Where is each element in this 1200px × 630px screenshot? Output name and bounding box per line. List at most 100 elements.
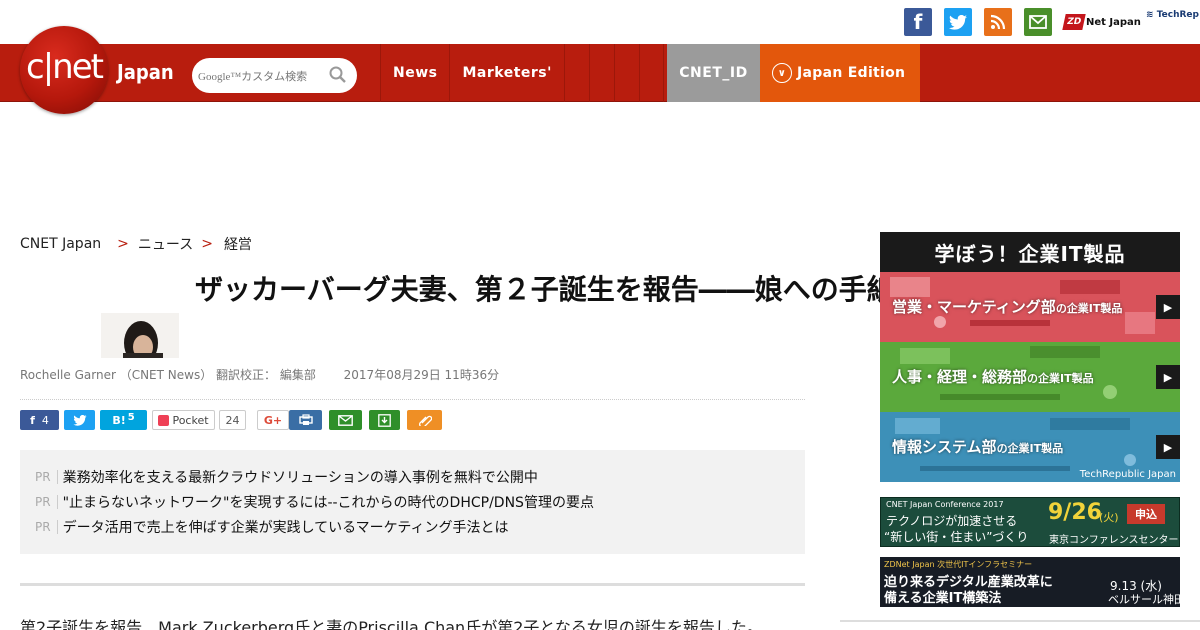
play-arrow-icon: ▶ bbox=[1156, 435, 1180, 459]
logo-text: c|net bbox=[26, 47, 104, 87]
techrepublic-label: TechRep bbox=[1156, 10, 1199, 20]
conference-banner[interactable]: CNET Japan Conference 2017 テクノロジが加速させる “… bbox=[880, 497, 1180, 547]
seminar-banner[interactable]: ZDNet Japan 次世代ITインフラセミナー 迫り来るデジタル産業改革に … bbox=[880, 557, 1180, 607]
author-photo bbox=[101, 313, 179, 358]
sidebar-ad[interactable]: 学ぼう！企業IT製品 営業・マーケティング部の企業IT製品 ▶ 人事・経理・総務… bbox=[880, 232, 1180, 482]
nav-item-news[interactable]: News bbox=[380, 44, 449, 102]
ad-footer: TechRepublic Japan bbox=[1079, 469, 1176, 480]
pr-link[interactable]: PR データ活用で売上を伸ばす企業が実践しているマーケティング手法とは bbox=[35, 517, 508, 537]
nav-item-empty[interactable] bbox=[563, 44, 589, 102]
twitter-share-button[interactable] bbox=[64, 410, 95, 430]
copy-link-button[interactable] bbox=[407, 410, 442, 430]
article-lead: 第2子誕生を報告 Mark Zuckerberg氏と妻のPriscilla Ch… bbox=[20, 618, 763, 630]
mail-icon bbox=[338, 414, 353, 426]
ad-row-suffix: の企業IT製品 bbox=[996, 442, 1064, 455]
edition-label: Japan Edition bbox=[797, 65, 906, 81]
ad-row-hr[interactable]: 人事・経理・総務部の企業IT製品 ▶ bbox=[880, 342, 1180, 412]
ad-row-label: 人事・経理・総務部の企業IT製品 bbox=[892, 366, 1094, 387]
ad-row-title: 営業・マーケティング部 bbox=[892, 298, 1056, 316]
zdnet-label: Net Japan bbox=[1086, 16, 1141, 28]
pr-link-text: "止まらないネットワーク"を実現するには--これからの時代のDHCP/DNS管理… bbox=[62, 495, 594, 511]
banner-apply-button[interactable]: 申込 bbox=[1127, 504, 1165, 524]
main-nav: Japan Google™カスタム検索 News Marketers' CNET… bbox=[0, 44, 1200, 102]
pr-links-box: PR 業務効率化を支える最新クラウドソリューションの導入事例を無料で公開中 PR… bbox=[20, 450, 805, 554]
pocket-button[interactable]: Pocket bbox=[152, 410, 215, 430]
ad-row-it[interactable]: 情報システム部の企業IT製品 ▶ TechRepublic Japan bbox=[880, 412, 1180, 482]
play-arrow-icon: ▶ bbox=[1156, 295, 1180, 319]
paperclip-icon bbox=[418, 415, 432, 426]
nav-item-empty[interactable] bbox=[613, 44, 639, 102]
ad-heading: 学ぼう！企業IT製品 bbox=[880, 232, 1180, 272]
hatena-icon: B! bbox=[112, 413, 126, 427]
mail-icon[interactable] bbox=[1024, 8, 1052, 36]
hatena-bookmark-button[interactable]: B! 5 bbox=[100, 410, 147, 430]
ad-row-title: 情報システム部 bbox=[892, 438, 997, 456]
zdnet-badge: ZD bbox=[1062, 14, 1086, 30]
ad-row-suffix: の企業IT製品 bbox=[1055, 302, 1123, 315]
facebook-share-count: 4 bbox=[41, 413, 49, 427]
pr-link[interactable]: PR 業務効率化を支える最新クラウドソリューションの導入事例を無料で公開中 bbox=[35, 467, 538, 487]
ad-row-title: 人事・経理・総務部 bbox=[892, 368, 1028, 386]
facebook-icon: f bbox=[30, 413, 35, 427]
pocket-count: 24 bbox=[219, 410, 246, 430]
top-social-bar: f ZD Net Japan ≋ TechRep bbox=[0, 0, 1200, 44]
breadcrumb-separator: > bbox=[201, 236, 213, 252]
cnet-id-button[interactable]: CNET_ID bbox=[667, 44, 760, 102]
pr-tag: PR bbox=[35, 520, 58, 534]
play-arrow-icon: ▶ bbox=[1156, 365, 1180, 389]
banner-top-text: CNET Japan Conference 2017 bbox=[886, 500, 1004, 509]
print-button[interactable] bbox=[289, 410, 322, 430]
gplus-share-button[interactable]: G+ bbox=[257, 410, 289, 430]
ad-row-sales[interactable]: 営業・マーケティング部の企業IT製品 ▶ bbox=[880, 272, 1180, 342]
save-button[interactable] bbox=[369, 410, 400, 430]
ad-row-suffix: の企業IT製品 bbox=[1027, 372, 1094, 385]
pocket-label: Pocket bbox=[172, 413, 209, 427]
facebook-icon[interactable]: f bbox=[904, 8, 932, 36]
techrepublic-link[interactable]: ≋ TechRep bbox=[1146, 10, 1199, 20]
twitter-icon[interactable] bbox=[944, 8, 972, 36]
breadcrumb-home[interactable]: CNET Japan bbox=[20, 236, 101, 252]
page: f ZD Net Japan ≋ TechRep Japan Google™カス… bbox=[0, 0, 1200, 630]
download-icon bbox=[378, 413, 391, 427]
twitter-icon bbox=[72, 414, 87, 426]
pr-link-text: 業務効率化を支える最新クラウドソリューションの導入事例を無料で公開中 bbox=[62, 470, 538, 486]
print-icon bbox=[298, 414, 313, 425]
pr-tag: PR bbox=[35, 470, 58, 484]
nav-item-empty[interactable] bbox=[638, 44, 664, 102]
banner-line2: “新しい街・住まい”づくり bbox=[884, 530, 1029, 544]
techrepublic-icon: ≋ bbox=[1146, 10, 1154, 20]
pocket-icon bbox=[158, 414, 170, 426]
zdnet-japan-link[interactable]: ZD Net Japan bbox=[1062, 10, 1141, 34]
search-placeholder: Google™カスタム検索 bbox=[198, 70, 308, 83]
breadcrumb-section[interactable]: ニュース bbox=[138, 234, 193, 254]
ad-row-label: 営業・マーケティング部の企業IT製品 bbox=[892, 296, 1122, 317]
pr-link[interactable]: PR "止まらないネットワーク"を実現するには--これからの時代のDHCP/DN… bbox=[35, 492, 594, 512]
cnet-logo[interactable]: c|net bbox=[20, 26, 108, 114]
banner-date: 9/26 bbox=[1048, 500, 1102, 525]
divider bbox=[20, 399, 805, 400]
nav-links: News Marketers' bbox=[380, 44, 664, 102]
nav-item-marketers[interactable]: Marketers' bbox=[449, 44, 563, 102]
banner-venue: ベルサール神田 bbox=[1108, 593, 1180, 606]
breadcrumb-separator: > bbox=[117, 236, 129, 252]
search-input[interactable]: Google™カスタム検索 bbox=[192, 58, 357, 93]
nav-item-empty[interactable] bbox=[588, 44, 614, 102]
banner-weekday: (火) bbox=[1099, 511, 1119, 524]
search-icon[interactable] bbox=[329, 66, 347, 84]
banner-top-text: ZDNet Japan 次世代ITインフラセミナー bbox=[884, 560, 1033, 569]
logo-japan-text: Japan bbox=[117, 60, 174, 84]
divider bbox=[20, 583, 805, 586]
breadcrumb: CNET Japan > ニュース > 経営 bbox=[20, 234, 252, 254]
rss-icon[interactable] bbox=[984, 8, 1012, 36]
article-meta: Rochelle Garner （CNET News） 翻訳校正： 編集部 20… bbox=[20, 368, 500, 382]
banner-line1: テクノロジが加速させる bbox=[886, 514, 1018, 528]
edition-selector[interactable]: ∨ Japan Edition bbox=[760, 44, 920, 102]
email-share-button[interactable] bbox=[329, 410, 362, 430]
ad-row-label: 情報システム部の企業IT製品 bbox=[892, 436, 1063, 457]
pr-link-text: データ活用で売上を伸ばす企業が実践しているマーケティング手法とは bbox=[62, 520, 509, 536]
facebook-share-button[interactable]: f 4 bbox=[20, 410, 59, 430]
divider bbox=[840, 620, 1200, 622]
chevron-down-icon: ∨ bbox=[772, 63, 792, 83]
hatena-count: 5 bbox=[127, 411, 135, 423]
breadcrumb-sub[interactable]: 経営 bbox=[224, 234, 252, 254]
